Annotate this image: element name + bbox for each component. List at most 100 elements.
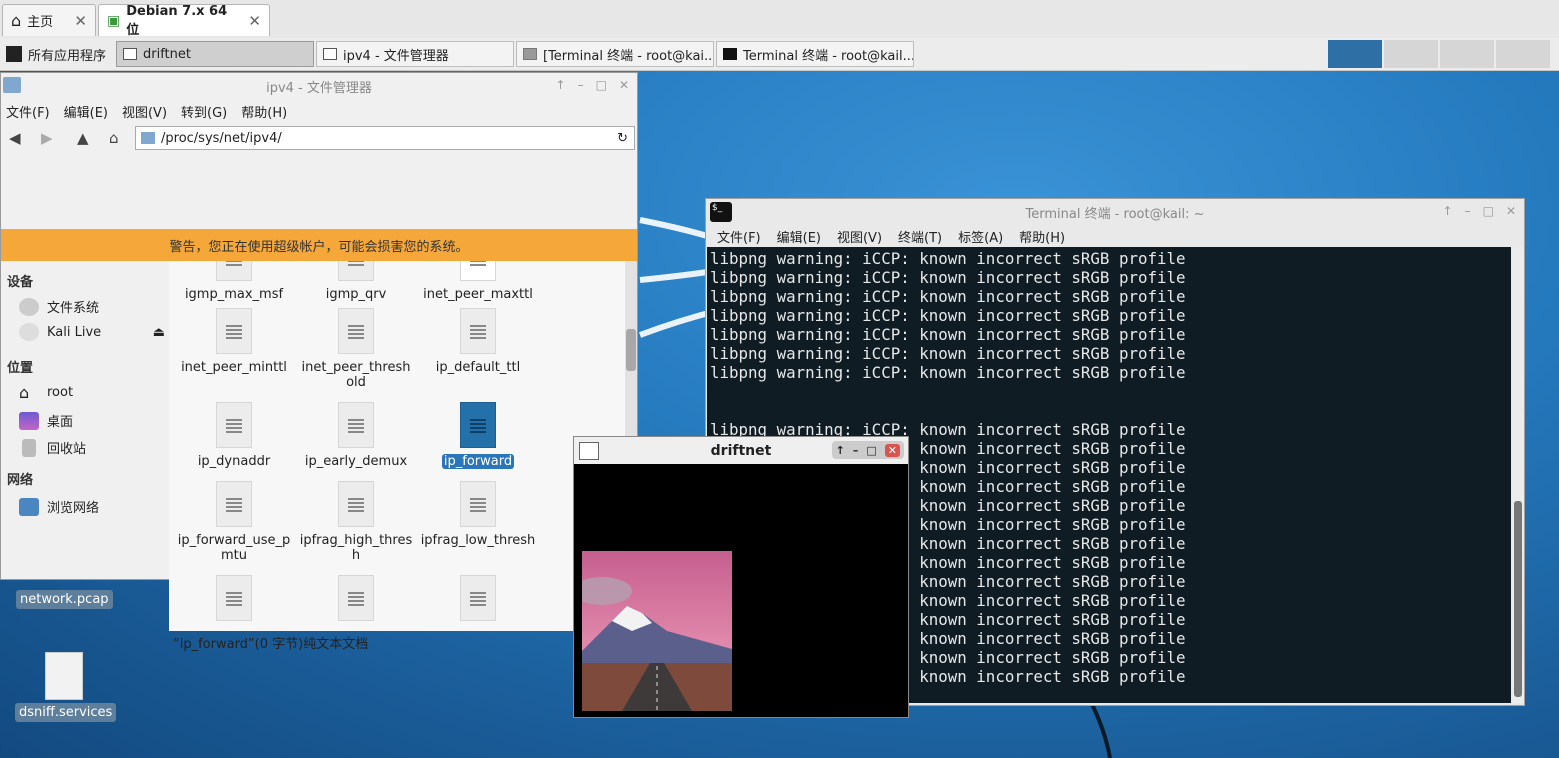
file-item[interactable]: inet_peer_thresh old — [297, 308, 415, 390]
file-label: inet_peer_maxttl — [423, 287, 533, 302]
file-item[interactable]: ip_dynaddr — [175, 402, 293, 469]
maximize-icon[interactable]: □ — [866, 444, 876, 457]
sidebar-item-filesystem[interactable]: 文件系统 — [19, 297, 99, 316]
file-icon[interactable] — [45, 652, 83, 700]
window-title: driftnet — [710, 442, 772, 459]
workspace-2[interactable] — [1384, 40, 1438, 68]
sidebar-item-desktop[interactable]: 桌面 — [19, 411, 73, 430]
close-icon[interactable]: ✕ — [1506, 204, 1516, 218]
file-label: ip_default_ttl — [435, 360, 521, 375]
kali-logo-icon — [6, 46, 22, 62]
desktop-icon-label[interactable]: dsniff.services — [15, 703, 117, 722]
file-item[interactable]: inet_peer_minttl — [175, 308, 293, 375]
menu-view[interactable]: 视图(V) — [122, 102, 167, 121]
menu-view[interactable]: 视图(V) — [837, 227, 882, 246]
scrollbar-thumb[interactable] — [626, 329, 636, 371]
tab-debian-vm[interactable]: ▣ Debian 7.x 64 位 ✕ — [98, 3, 270, 38]
menu-edit[interactable]: 编辑(E) — [64, 102, 108, 121]
menu-help[interactable]: 帮助(H) — [1019, 227, 1065, 246]
file-item-selected[interactable]: ip_forward — [419, 402, 537, 469]
tab-home[interactable]: ⌂ 主页 ✕ — [2, 4, 96, 36]
shade-icon[interactable]: ↑ — [1443, 204, 1453, 218]
minimize-icon[interactable]: – — [1465, 204, 1471, 218]
close-icon[interactable]: ✕ — [248, 12, 261, 30]
forward-icon[interactable]: ▶ — [41, 129, 53, 147]
file-item[interactable]: ip_default_ttl — [419, 308, 537, 375]
status-bar: “ip_forward”(0 字节)纯文本文档 — [169, 631, 641, 653]
menu-terminal[interactable]: 终端(T) — [898, 227, 942, 246]
maximize-icon[interactable]: □ — [596, 78, 607, 92]
sidebar-item-label: root — [47, 384, 74, 400]
task-terminal-1[interactable]: [Terminal 终端 - root@kai... — [516, 41, 714, 67]
file-manager-window: ipv4 - 文件管理器 ↑ – □ ✕ 文件(F) 编辑(E) 视图(V) 转到(G… — [0, 72, 638, 652]
terminal-scrollbar[interactable] — [1512, 247, 1524, 703]
terminal-line: libpng warning: iCCP: known incorrect sR… — [710, 287, 1186, 306]
text-file-icon — [338, 481, 374, 527]
sidebar-item-label: 文件系统 — [47, 301, 100, 316]
menu-go[interactable]: 转到(G) — [181, 102, 227, 121]
menu-file[interactable]: 文件(F) — [6, 102, 50, 121]
task-driftnet[interactable]: driftnet — [116, 41, 314, 67]
minimize-icon[interactable]: – — [853, 444, 859, 457]
shade-icon[interactable]: ↑ — [556, 78, 566, 92]
task-terminal-2[interactable]: Terminal 终端 - root@kail... — [716, 41, 914, 67]
file-label: ip_forward — [441, 454, 515, 469]
tab-label: Debian 7.x 64 位 — [126, 3, 228, 38]
scrollbar-thumb[interactable] — [1514, 501, 1522, 697]
menu-file[interactable]: 文件(F) — [717, 227, 761, 246]
sidebar-item-browse-network[interactable]: 浏览网络 — [19, 497, 99, 516]
window-title: ipv4 - 文件管理器 — [266, 80, 372, 96]
close-icon[interactable]: ✕ — [619, 78, 629, 92]
workspace-3[interactable] — [1440, 40, 1494, 68]
reload-icon[interactable]: ↻ — [617, 131, 628, 146]
menu-help[interactable]: 帮助(H) — [241, 102, 287, 121]
file-item[interactable]: igmp_qrv — [297, 261, 415, 302]
file-item[interactable]: ipfrag_high_thres h — [297, 481, 415, 563]
workspace-1[interactable] — [1328, 40, 1382, 68]
file-item[interactable] — [297, 575, 415, 627]
file-item[interactable]: inet_peer_maxttl — [419, 261, 537, 302]
close-icon[interactable]: ✕ — [884, 443, 900, 457]
file-item[interactable] — [419, 575, 537, 627]
sidebar-item-label: 浏览网络 — [47, 501, 100, 516]
close-icon[interactable]: ✕ — [74, 12, 87, 30]
file-item[interactable]: ip_forward_use_p mtu — [175, 481, 293, 563]
maximize-icon[interactable]: □ — [1483, 204, 1494, 218]
file-item[interactable]: ipfrag_low_thresh — [419, 481, 537, 548]
file-label: inet_peer_thresh old — [301, 360, 411, 390]
captured-image[interactable] — [582, 551, 732, 711]
tab-label: 主页 — [27, 15, 54, 30]
window-titlebar[interactable]: $_ Terminal 终端 - root@kail: ~ ↑ – □ ✕ — [706, 199, 1524, 226]
menu-tabs[interactable]: 标签(A) — [958, 227, 1003, 246]
back-icon[interactable]: ◀ — [9, 129, 21, 147]
minimize-icon[interactable]: – — [578, 78, 584, 92]
menu-bar: 文件(F) 编辑(E) 视图(V) 转到(G) 帮助(H) — [1, 99, 637, 123]
text-file-icon — [460, 481, 496, 527]
window-titlebar[interactable]: driftnet ↑ – □ ✕ — [574, 437, 908, 464]
file-item[interactable] — [175, 575, 293, 627]
sidebar-item-kali-live[interactable]: Kali Live ⏏ — [19, 323, 165, 341]
desktop-icon — [19, 411, 39, 430]
window-title: Terminal 终端 - root@kail: ~ — [1025, 207, 1205, 222]
task-file-manager[interactable]: ipv4 - 文件管理器 — [316, 41, 514, 67]
file-label: ip_early_demux — [304, 454, 408, 469]
sidebar-item-label: 桌面 — [47, 415, 74, 430]
location-bar[interactable]: /proc/sys/net/ipv4/ ↻ — [135, 126, 635, 150]
vm-play-icon: ▣ — [107, 12, 121, 29]
home-icon[interactable]: ⌂ — [109, 129, 119, 147]
text-file-icon — [216, 402, 252, 448]
file-item[interactable]: igmp_max_msf — [175, 261, 293, 302]
menu-edit[interactable]: 编辑(E) — [777, 227, 821, 246]
shade-icon[interactable]: ↑ — [836, 444, 845, 457]
folder-icon — [3, 77, 21, 93]
eject-icon[interactable]: ⏏ — [153, 325, 165, 340]
sidebar-item-root[interactable]: ⌂ root — [19, 383, 74, 402]
task-label: [Terminal 终端 - root@kai... — [543, 48, 714, 64]
menu-bar: 文件(F) 编辑(E) 视图(V) 终端(T) 标签(A) 帮助(H) — [706, 226, 1524, 247]
apps-menu-button[interactable]: 所有应用程序 — [0, 41, 112, 67]
window-titlebar[interactable]: ipv4 - 文件管理器 ↑ – □ ✕ — [1, 73, 637, 99]
file-item[interactable]: ip_early_demux — [297, 402, 415, 469]
up-icon[interactable]: ▲ — [77, 129, 89, 147]
workspace-4[interactable] — [1496, 40, 1550, 68]
sidebar-item-trash[interactable]: 回收站 — [19, 438, 86, 457]
